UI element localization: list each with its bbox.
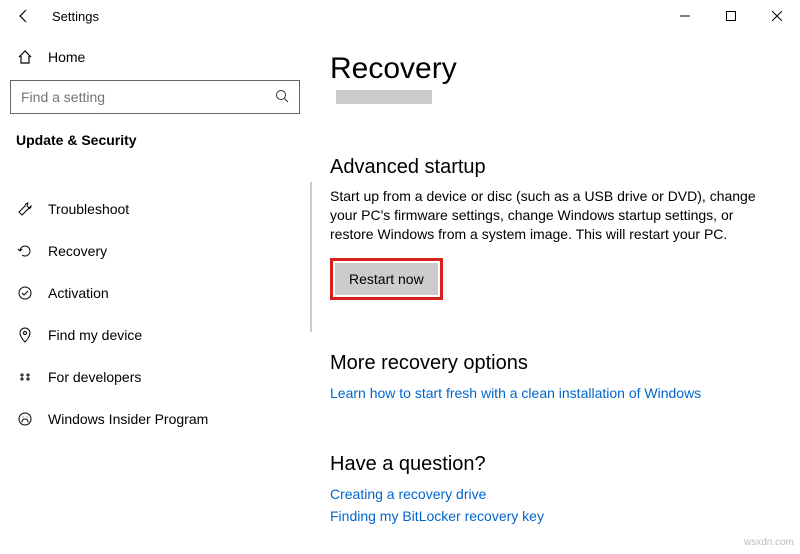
sidebar-item-label: Activation bbox=[48, 285, 109, 301]
link-recovery-drive[interactable]: Creating a recovery drive bbox=[330, 486, 766, 502]
sidebar-section-header: Update & Security bbox=[10, 128, 300, 158]
window-controls bbox=[662, 0, 800, 32]
sidebar-item-label: Windows Insider Program bbox=[48, 411, 208, 427]
window-title: Settings bbox=[52, 9, 99, 24]
page-title: Recovery bbox=[330, 52, 766, 86]
sidebar-item-troubleshoot[interactable]: Troubleshoot bbox=[10, 188, 300, 230]
minimize-button[interactable] bbox=[662, 0, 708, 32]
recovery-icon bbox=[16, 243, 34, 259]
maximize-icon bbox=[726, 11, 736, 21]
sidebar-item-find-my-device[interactable]: Find my device bbox=[10, 314, 300, 356]
main-content: Recovery Advanced startup Start up from … bbox=[310, 32, 800, 554]
more-recovery-heading: More recovery options bbox=[330, 352, 766, 375]
wrench-icon bbox=[16, 201, 34, 217]
home-nav[interactable]: Home bbox=[10, 40, 300, 74]
link-bitlocker-key[interactable]: Finding my BitLocker recovery key bbox=[330, 508, 766, 524]
sidebar: Home Update & Security Troubleshoot Reco… bbox=[0, 32, 310, 554]
advanced-startup-heading: Advanced startup bbox=[330, 156, 766, 179]
link-clean-install[interactable]: Learn how to start fresh with a clean in… bbox=[330, 385, 766, 401]
home-label: Home bbox=[48, 49, 85, 65]
scroll-indicator bbox=[310, 182, 312, 332]
advanced-startup-description: Start up from a device or disc (such as … bbox=[330, 187, 766, 244]
sidebar-item-for-developers[interactable]: For developers bbox=[10, 356, 300, 398]
sidebar-item-insider-program[interactable]: Windows Insider Program bbox=[10, 398, 300, 440]
insider-icon bbox=[16, 411, 34, 427]
developer-icon bbox=[16, 369, 34, 385]
restart-now-button[interactable]: Restart now bbox=[335, 263, 438, 295]
sidebar-item-label: Troubleshoot bbox=[48, 201, 129, 217]
titlebar: Settings bbox=[0, 0, 800, 32]
search-icon bbox=[275, 89, 289, 106]
search-input[interactable] bbox=[21, 89, 275, 105]
back-button[interactable] bbox=[8, 0, 40, 32]
sidebar-item-label: Recovery bbox=[48, 243, 107, 259]
sidebar-item-label: For developers bbox=[48, 369, 141, 385]
location-icon bbox=[16, 327, 34, 343]
watermark: wsxdn.com bbox=[744, 537, 794, 548]
minimize-icon bbox=[680, 11, 690, 21]
get-started-button-partial[interactable] bbox=[336, 90, 432, 104]
highlight-frame: Restart now bbox=[330, 258, 443, 300]
have-question-heading: Have a question? bbox=[330, 453, 766, 476]
close-button[interactable] bbox=[754, 0, 800, 32]
maximize-button[interactable] bbox=[708, 0, 754, 32]
check-circle-icon bbox=[16, 285, 34, 301]
sidebar-item-label: Find my device bbox=[48, 327, 142, 343]
search-box[interactable] bbox=[10, 80, 300, 114]
arrow-left-icon bbox=[16, 8, 32, 24]
close-icon bbox=[772, 11, 782, 21]
home-icon bbox=[16, 49, 34, 65]
sidebar-item-recovery[interactable]: Recovery bbox=[10, 230, 300, 272]
sidebar-item-activation[interactable]: Activation bbox=[10, 272, 300, 314]
